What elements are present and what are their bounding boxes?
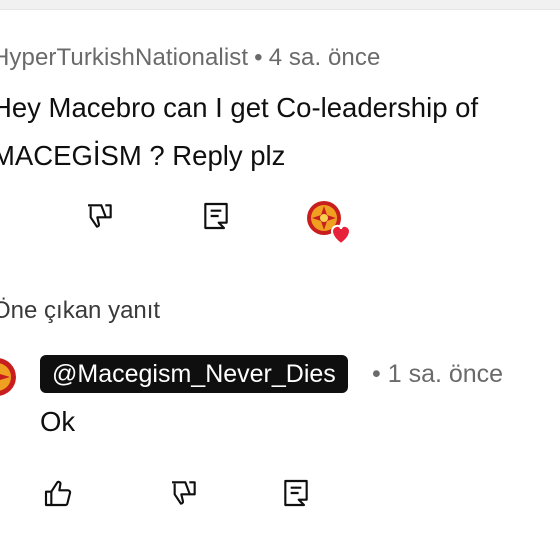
reply-time: 1 sa. önce	[387, 360, 504, 388]
dislike-button[interactable]	[164, 473, 204, 513]
meta-separator: •	[372, 360, 381, 388]
reply-comment-icon	[284, 479, 308, 507]
comment-author[interactable]: HyperTurkishNationalist	[0, 44, 248, 71]
mention-chip[interactable]: @Macegism_Never_Dies	[40, 355, 348, 393]
thumbs-up-icon	[44, 480, 72, 507]
reply-meta: • 1 sa. önce	[372, 360, 503, 389]
comment-meta: HyperTurkishNationalist • 4 sa. önce	[0, 44, 380, 72]
comment-line-1: Hey Macebro can I get Co-leadership of	[0, 92, 479, 123]
comment-line-2: MACEGİSM ? Reply plz	[0, 140, 286, 171]
reply-comment-icon	[204, 202, 228, 230]
reply-button[interactable]	[196, 196, 236, 236]
comment-body: Hey Macebro can I get Co-leadership of M…	[0, 84, 552, 180]
top-divider	[0, 0, 560, 10]
thumbs-down-icon	[88, 204, 112, 228]
like-button[interactable]	[38, 473, 78, 513]
creator-heart-avatar	[307, 201, 351, 246]
comment-time: 4 sa. önce	[268, 44, 381, 71]
replies-header[interactable]: Öne çıkan yanıt	[0, 297, 160, 325]
thumbs-down-icon	[172, 481, 196, 505]
reply-button[interactable]	[276, 473, 316, 513]
dislike-button[interactable]	[80, 196, 120, 236]
comment-thread: HyperTurkishNationalist • 4 sa. önce Hey M…	[0, 0, 560, 560]
meta-separator: •	[254, 44, 263, 71]
reply-body: Ok	[40, 406, 76, 437]
reply-avatar[interactable]	[0, 354, 16, 400]
